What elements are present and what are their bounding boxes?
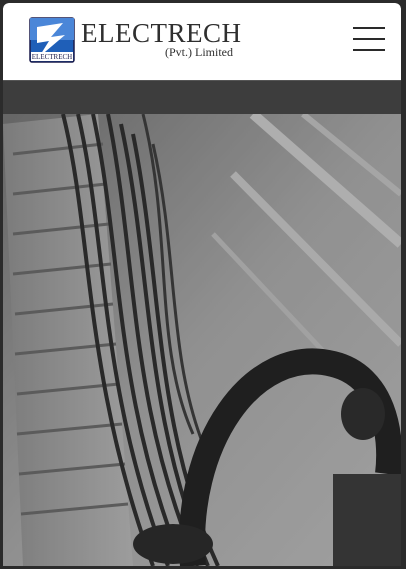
site-header: ELECTRECH ELECTRECH (Pvt.) Limited [3, 3, 401, 80]
menu-line [353, 27, 385, 29]
hero-image [3, 114, 401, 566]
logo-mark-caption: ELECTRECH [31, 53, 73, 61]
menu-line [353, 38, 385, 40]
logo-subtitle: (Pvt.) Limited [165, 45, 233, 59]
company-logo[interactable]: ELECTRECH ELECTRECH (Pvt.) Limited [29, 17, 241, 63]
menu-line [353, 49, 385, 51]
hamburger-menu-icon[interactable] [353, 27, 385, 53]
page-frame: ELECTRECH ELECTRECH (Pvt.) Limited [3, 3, 401, 566]
hero-overlay [3, 114, 401, 566]
logo-wordmark: ELECTRECH [81, 18, 242, 48]
navigation-bar [3, 80, 401, 114]
